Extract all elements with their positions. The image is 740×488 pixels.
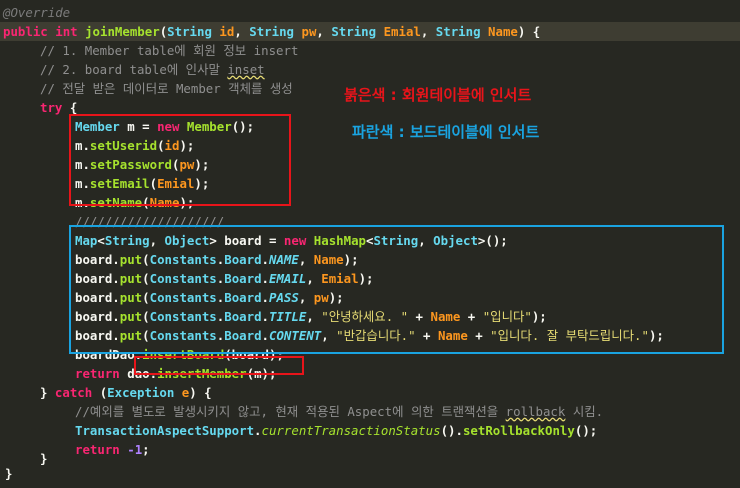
comma: ,	[234, 24, 250, 39]
code-line-4: // 2. board table에 인사말 inset	[40, 60, 740, 79]
comment: // 2. board table에 인사말	[40, 62, 228, 77]
static-method-call: currentTransactionStatus	[261, 423, 441, 438]
method-name: joinMember	[85, 24, 160, 39]
spellcheck-word: inset	[227, 62, 265, 77]
comment: // 전달 받은 데이터로 Member 객체를 생성	[40, 81, 293, 96]
code-editor[interactable]: @Override public int joinMember(String i…	[0, 0, 740, 488]
param-name: Emial	[383, 24, 421, 39]
try-keyword: try	[40, 100, 63, 115]
paren-brace: ) {	[517, 24, 541, 39]
comma: ,	[420, 24, 436, 39]
param-name: Name	[488, 24, 518, 39]
code-line-26: }	[5, 464, 740, 483]
param-type: String	[167, 24, 212, 39]
code-line-3: // 1. Member table에 회원 정보 insert	[40, 41, 740, 60]
param-name: pw	[301, 24, 317, 39]
code-line-22: //예외를 별도로 발생시키지 않고, 현재 적용된 Aspect에 의한 트랜…	[75, 402, 740, 421]
code-line-21: } catch (Exception e) {	[40, 383, 740, 402]
override-annotation: @Override	[3, 5, 71, 20]
param-type: String	[331, 24, 377, 39]
comment: //예외를 별도로 발생시키지 않고, 현재 적용된 Aspect에 의한 트랜…	[75, 404, 506, 419]
param-name: id	[219, 24, 235, 39]
paren: (	[92, 385, 108, 400]
param-type: String	[249, 24, 295, 39]
code-line-1: @Override	[3, 3, 740, 22]
type-name: Exception	[107, 385, 175, 400]
comma: ,	[316, 24, 332, 39]
param-type: String	[435, 24, 481, 39]
member-insert-highlight-box	[69, 114, 291, 206]
variable: e	[174, 385, 190, 400]
board-insert-highlight-box	[69, 225, 724, 354]
int-keyword: int	[55, 24, 78, 39]
brace: {	[62, 100, 78, 115]
punct: ();	[574, 423, 598, 438]
catch-keyword: catch	[54, 385, 93, 400]
comment: // 1. Member table에 회원 정보 insert	[40, 43, 299, 58]
insert-member-highlight-box	[134, 356, 304, 375]
punct: ().	[440, 423, 463, 438]
public-keyword: public	[3, 24, 48, 39]
class-ref: TransactionAspectSupport	[75, 423, 255, 438]
red-legend-note: 붉은색 : 회원테이블에 인서트	[344, 86, 532, 104]
return-keyword: return	[75, 366, 120, 381]
method-call: setRollbackOnly	[462, 423, 575, 438]
paren-brace: ) {	[189, 385, 212, 400]
code-line-23: TransactionAspectSupport.currentTransact…	[75, 421, 740, 440]
punct: .	[254, 423, 262, 438]
code-line-2: public int joinMember(String id, String …	[0, 22, 740, 41]
brace: }	[40, 385, 55, 400]
spellcheck-word: rollback	[505, 404, 566, 419]
brace: }	[5, 466, 13, 481]
blue-legend-note: 파란색 : 보드테이블에 인서트	[352, 123, 540, 141]
comment: 시킴.	[565, 404, 604, 419]
